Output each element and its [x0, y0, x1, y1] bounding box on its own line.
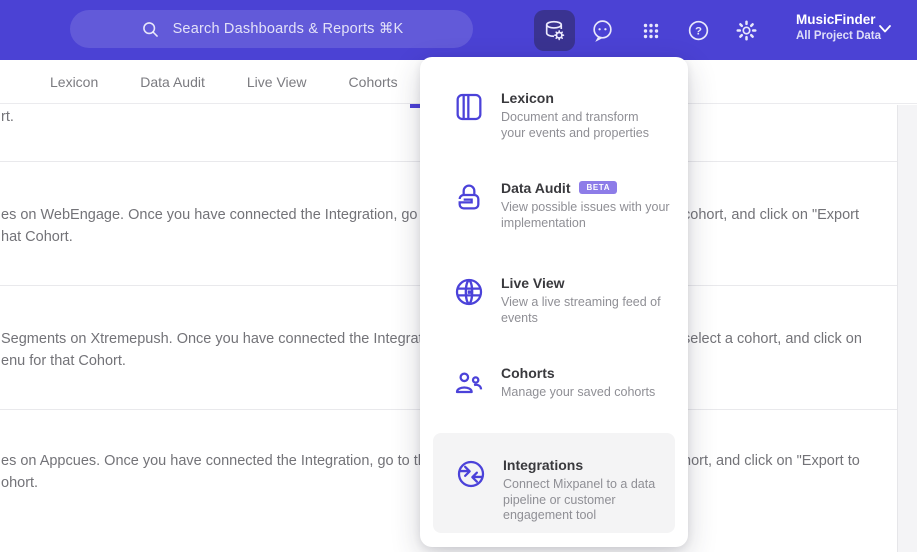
feedback-button[interactable] — [582, 10, 623, 51]
menu-item-title: Data Audit — [501, 180, 571, 196]
row-text: rt. — [1, 109, 14, 125]
menu-item-description: Document and transform your events and p… — [501, 110, 650, 140]
row-text: ohort. — [1, 475, 39, 491]
tab-cohorts[interactable]: Cohorts — [349, 74, 398, 90]
menu-item-live-view[interactable]: Live View View a live streaming feed of … — [453, 275, 686, 326]
menu-item-cohorts[interactable]: Cohorts Manage your saved cohorts — [453, 365, 655, 401]
row-text: select a cohort, and click on — [683, 331, 862, 347]
data-management-dropdown: Lexicon Document and transform your even… — [420, 57, 688, 547]
apps-grid-button[interactable] — [630, 10, 671, 51]
project-subtitle: All Project Data — [796, 29, 881, 42]
svg-text:?: ? — [695, 26, 702, 38]
grid-dots-icon — [643, 23, 658, 38]
question-circle-icon: ? — [688, 20, 709, 41]
data-audit-lock-icon — [458, 184, 480, 210]
row-text: hort, and click on "Export to — [683, 453, 860, 469]
settings-button[interactable] — [726, 10, 767, 51]
menu-item-data-audit[interactable]: Data Audit BETA View possible issues with… — [453, 180, 688, 231]
menu-item-title: Integrations — [503, 457, 584, 473]
tab-data-audit[interactable]: Data Audit — [140, 74, 205, 90]
top-nav-bar: Search Dashboards & Reports ⌘K ? MusicFi… — [0, 0, 917, 60]
menu-item-integrations[interactable]: Integrations Connect Mixpanel to a data … — [455, 457, 671, 524]
app-window: Search Dashboards & Reports ⌘K ? MusicFi… — [0, 0, 917, 552]
search-input[interactable]: Search Dashboards & Reports ⌘K — [70, 10, 473, 48]
row-text: Segments on Xtremepush. Once you have co… — [1, 331, 446, 347]
beta-badge: BETA — [579, 180, 618, 194]
menu-item-title: Lexicon — [501, 90, 554, 106]
row-text: hat Cohort. — [1, 229, 73, 245]
integrations-arrows-icon — [457, 460, 485, 488]
cohorts-people-icon — [455, 372, 483, 394]
search-placeholder: Search Dashboards & Reports ⌘K — [172, 21, 404, 37]
database-gear-icon — [545, 20, 565, 41]
menu-item-description: Connect Mixpanel to a data pipeline or c… — [503, 477, 656, 522]
menu-item-description: View a live streaming feed of events — [501, 295, 661, 325]
project-name: MusicFinder — [796, 12, 876, 27]
menu-item-title: Cohorts — [501, 365, 555, 381]
lexicon-book-icon — [456, 93, 482, 121]
project-switcher[interactable]: MusicFinder All Project Data — [796, 11, 881, 43]
help-button[interactable]: ? — [678, 10, 719, 51]
menu-item-description: View possible issues with your implement… — [501, 200, 670, 230]
row-text: es on Appcues. Once you have connected t… — [1, 453, 450, 469]
row-text: cohort, and click on "Export — [683, 207, 860, 223]
tab-lexicon[interactable]: Lexicon — [50, 74, 98, 90]
data-management-button[interactable] — [534, 10, 575, 51]
scrollbar-gutter[interactable] — [897, 105, 917, 552]
chevron-down-icon[interactable] — [879, 25, 891, 33]
gear-icon — [736, 20, 757, 41]
row-text: es on WebEngage. Once you have connected… — [1, 207, 458, 223]
row-text: enu for that Cohort. — [1, 353, 126, 369]
live-view-globe-icon — [455, 278, 483, 306]
menu-item-description: Manage your saved cohorts — [501, 385, 656, 399]
chat-face-icon — [593, 20, 612, 42]
tab-live-view[interactable]: Live View — [247, 74, 307, 90]
menu-item-title: Live View — [501, 275, 565, 291]
search-icon — [142, 21, 158, 37]
menu-item-lexicon[interactable]: Lexicon Document and transform your even… — [453, 90, 666, 141]
